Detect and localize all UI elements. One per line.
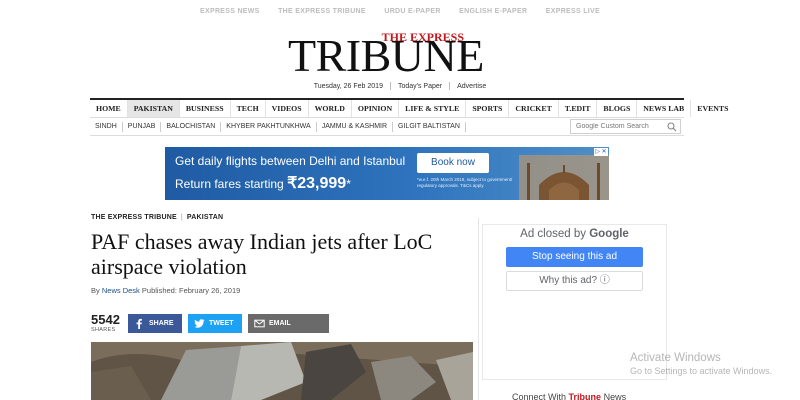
nav-videos[interactable]: VIDEOS	[266, 100, 309, 117]
why-this-ad-button[interactable]: Why this ad? ⓘ	[506, 271, 643, 291]
twitter-tweet-button[interactable]: TWEET	[188, 314, 242, 333]
ad-choices-close-icon[interactable]: ▷ ✕	[594, 148, 608, 156]
divider	[389, 82, 391, 90]
subnav-sindh[interactable]: SINDH	[90, 121, 123, 132]
site-logo[interactable]: THE EXPRESS TRIBUNE	[288, 27, 484, 79]
envelope-icon	[254, 319, 265, 328]
connect-heading: Connect With Tribune News	[512, 392, 626, 400]
facebook-share-label: SHARE	[149, 320, 174, 327]
breadcrumb-express-tribune[interactable]: THE EXPRESS TRIBUNE	[91, 214, 177, 221]
stop-seeing-ad-button[interactable]: Stop seeing this ad	[506, 247, 643, 267]
banner-ad-price-asterisk: *	[346, 177, 351, 191]
email-share-button[interactable]: EMAIL	[248, 314, 329, 333]
banner-ad-price: ₹23,999	[287, 175, 347, 192]
network-link-express-news[interactable]: EXPRESS NEWS	[200, 2, 260, 22]
nav-opinion[interactable]: OPINION	[352, 100, 400, 117]
subnav-khyber-pakhtunkhwa[interactable]: KHYBER PAKHTUNKHWA	[221, 121, 317, 132]
sidebar-divider	[478, 218, 479, 400]
magnifier-icon[interactable]	[667, 122, 677, 132]
main-nav: HOME PAKISTAN BUSINESS TECH VIDEOS WORLD…	[90, 98, 728, 118]
windows-activation-watermark: Activate Windows Go to Settings to activ…	[630, 351, 772, 377]
search-box	[570, 119, 681, 134]
connect-prefix: Connect With	[512, 392, 567, 400]
nav-events[interactable]: EVENTS	[691, 100, 734, 117]
network-link-english-epaper[interactable]: ENGLISH E-PAPER	[459, 2, 527, 22]
network-link-express-tribune[interactable]: THE EXPRESS TRIBUNE	[278, 2, 366, 22]
nav-news-lab[interactable]: NEWS LAB	[637, 100, 692, 117]
search-input[interactable]	[576, 123, 668, 130]
nav-pakistan[interactable]: PAKISTAN	[127, 100, 180, 117]
banner-ad-headline: Get daily flights between Delhi and Ista…	[175, 154, 406, 168]
network-link-express-live[interactable]: EXPRESS LIVE	[546, 2, 600, 22]
mosque-illustration-icon	[519, 155, 609, 200]
article-headline: PAF chases away Indian jets after LoC ai…	[91, 229, 433, 279]
breadcrumb-separator: |	[180, 214, 183, 221]
nav-home[interactable]: HOME	[90, 100, 128, 117]
nav-blogs[interactable]: BLOGS	[597, 100, 638, 117]
share-count-number: 5542	[91, 312, 120, 327]
network-link-urdu-epaper[interactable]: URDU E-PAPER	[384, 2, 440, 22]
book-now-button[interactable]: Book now	[417, 153, 489, 173]
share-count: 5542 SHARES	[91, 312, 120, 334]
facebook-share-button[interactable]: SHARE	[128, 314, 182, 333]
advertise-link[interactable]: Advertise	[457, 83, 486, 90]
ad-closed-text: Ad closed by	[520, 228, 587, 240]
share-count-label: SHARES	[91, 327, 116, 333]
nav-tech[interactable]: TECH	[231, 100, 266, 117]
breadcrumb-pakistan[interactable]: PAKISTAN	[187, 214, 223, 221]
banner-ad[interactable]: Get daily flights between Delhi and Ista…	[165, 147, 609, 200]
dateline: Tuesday, 26 Feb 2019 Today's Paper Adverti…	[0, 82, 800, 90]
article-byline: By News Desk Published: February 26, 201…	[91, 286, 240, 295]
logo-wordmark: TRIBUNE	[288, 30, 484, 81]
wreckage-photo-icon	[91, 342, 473, 400]
twitter-tweet-label: TWEET	[209, 320, 234, 327]
facebook-icon	[136, 318, 142, 329]
watermark-title: Activate Windows	[630, 352, 721, 364]
nav-tedit[interactable]: T.EDIT	[559, 100, 598, 117]
nav-sports[interactable]: SPORTS	[466, 100, 510, 117]
current-date: Tuesday, 26 Feb 2019	[313, 82, 383, 90]
watermark-subtitle: Go to Settings to activate Windows.	[630, 366, 773, 376]
byline-prefix: By	[91, 286, 100, 295]
connect-brand: Tribune	[568, 392, 602, 400]
sub-nav: SINDH PUNJAB BALOCHISTAN KHYBER PAKHTUNK…	[90, 118, 684, 136]
breadcrumb: THE EXPRESS TRIBUNE | PAKISTAN	[91, 214, 227, 221]
twitter-bird-icon	[194, 319, 205, 328]
subnav-jammu-kashmir[interactable]: JAMMU & KASHMIR	[317, 121, 394, 132]
google-logo-text: Google	[589, 228, 629, 240]
subnav-gilgit-baltistan[interactable]: GILGIT BALTISTAN	[393, 121, 466, 132]
divider	[449, 82, 451, 90]
email-share-label: EMAIL	[269, 320, 291, 327]
banner-ad-fine-print: *w.e.f. 20th March 2019, subject to gove…	[417, 177, 513, 188]
banner-ad-fare-prefix: Return fares starting	[175, 177, 288, 191]
author-link[interactable]: News Desk	[102, 286, 140, 295]
published-date: Published: February 26, 2019	[141, 286, 241, 295]
network-bar: EXPRESS NEWS THE EXPRESS TRIBUNE URDU E-…	[0, 0, 800, 20]
subnav-punjab[interactable]: PUNJAB	[123, 121, 162, 132]
connect-suffix: News	[603, 392, 627, 400]
nav-world[interactable]: WORLD	[309, 100, 352, 117]
subnav-balochistan[interactable]: BALOCHISTAN	[161, 121, 222, 132]
article-photo	[91, 342, 473, 400]
nav-life-style[interactable]: LIFE & STYLE	[399, 100, 467, 117]
nav-cricket[interactable]: CRICKET	[509, 100, 559, 117]
todays-paper-link[interactable]: Today's Paper	[398, 83, 442, 90]
banner-ad-fare-line: Return fares starting ₹23,999*	[175, 173, 351, 193]
nav-business[interactable]: BUSINESS	[180, 100, 231, 117]
ad-closed-notice: Ad closed by Google	[483, 228, 666, 240]
